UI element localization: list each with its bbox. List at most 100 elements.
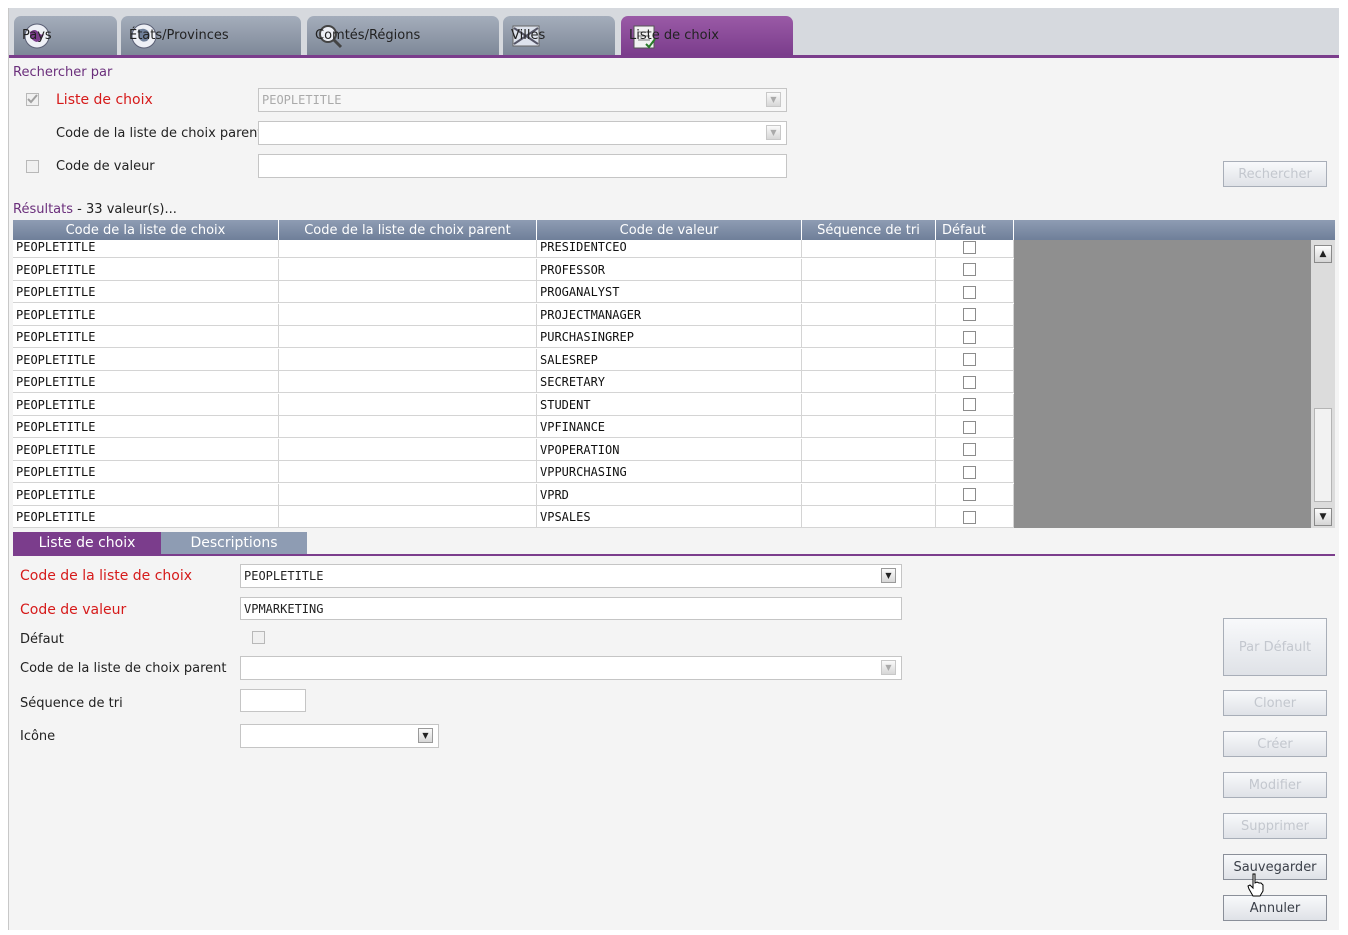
- table-row[interactable]: PEOPLETITLE PROGANALYST: [13, 281, 1014, 303]
- chevron-down-icon[interactable]: ▼: [418, 728, 433, 743]
- column-header-default[interactable]: Défaut: [936, 220, 1014, 240]
- chevron-down-icon[interactable]: ▼: [881, 660, 896, 675]
- cell-seq: [802, 240, 936, 258]
- save-button[interactable]: Sauvegarder: [1223, 854, 1327, 880]
- default-row-checkbox[interactable]: [963, 488, 976, 501]
- app-window: Pays États/Provinces Comtés/Régions Vill…: [8, 8, 1339, 930]
- default-row-checkbox[interactable]: [963, 420, 976, 434]
- table-row[interactable]: PEOPLETITLE SECRETARY: [13, 371, 1014, 393]
- default-row-checkbox[interactable]: [963, 285, 976, 299]
- parent-filter-select[interactable]: [258, 121, 787, 145]
- sort-sequence-input[interactable]: [240, 689, 306, 712]
- cell-default: [936, 303, 1014, 326]
- tab-comtes-regions[interactable]: Comtés/Régions: [307, 16, 499, 55]
- modify-button[interactable]: Modifier: [1223, 772, 1327, 798]
- icon-select[interactable]: [240, 724, 439, 748]
- column-header-list-code[interactable]: Code de la liste de choix: [13, 220, 279, 240]
- cell-seq: [802, 326, 936, 348]
- default-row-checkbox[interactable]: [963, 465, 976, 479]
- default-row-checkbox[interactable]: [963, 443, 976, 456]
- default-row-checkbox[interactable]: [963, 510, 976, 524]
- cell-seq: [802, 438, 936, 461]
- table-row[interactable]: PEOPLETITLE PROFESSOR: [13, 258, 1014, 281]
- cell-default: [936, 240, 1014, 258]
- default-row-checkbox[interactable]: [963, 308, 976, 321]
- delete-button[interactable]: Supprimer: [1223, 813, 1327, 839]
- cell-default: [936, 371, 1014, 393]
- scroll-up-icon[interactable]: ▲: [1314, 245, 1332, 263]
- table-row[interactable]: PEOPLETITLE PURCHASINGREP: [13, 326, 1014, 348]
- tab-villes[interactable]: Villes: [503, 16, 615, 55]
- clone-button[interactable]: Cloner: [1223, 690, 1327, 716]
- value-code-input[interactable]: VPMARKETING: [240, 597, 902, 620]
- default-row-checkbox[interactable]: [963, 330, 976, 344]
- cell-seq: [802, 371, 936, 393]
- scroll-thumb[interactable]: [1314, 408, 1332, 502]
- chevron-down-icon[interactable]: ▼: [881, 568, 896, 583]
- cell-parent: [279, 416, 537, 438]
- cell-seq: [802, 281, 936, 303]
- cell-value: SALESREP: [537, 348, 802, 371]
- chevron-down-icon[interactable]: ▼: [766, 92, 781, 107]
- cell-value: VPFINANCE: [537, 416, 802, 438]
- default-row-checkbox[interactable]: [963, 353, 976, 366]
- table-row[interactable]: PEOPLETITLE VPFINANCE: [13, 416, 1014, 438]
- results-scrollbar[interactable]: ▲ ▼: [1311, 240, 1335, 528]
- results-count: 33: [86, 202, 103, 217]
- table-row[interactable]: PEOPLETITLE VPOPERATION: [13, 438, 1014, 461]
- cell-value: PRESIDENTCEO: [537, 240, 802, 258]
- column-header-parent-code[interactable]: Code de la liste de choix parent: [279, 220, 537, 240]
- parent-code-select[interactable]: [240, 656, 902, 680]
- default-checkbox[interactable]: [252, 631, 265, 644]
- cell-value: SECRETARY: [537, 371, 802, 393]
- table-row[interactable]: PEOPLETITLE VPSALES: [13, 506, 1014, 528]
- column-header-value-code[interactable]: Code de valeur: [537, 220, 802, 240]
- cell-value: VPPURCHASING: [537, 461, 802, 483]
- default-button[interactable]: Par Défault: [1223, 618, 1327, 676]
- table-row[interactable]: PEOPLETITLE SALESREP: [13, 348, 1014, 371]
- value-filter-input[interactable]: [258, 154, 787, 178]
- tab-pays[interactable]: Pays: [14, 16, 117, 55]
- cell-list: PEOPLETITLE: [13, 483, 279, 506]
- results-caption: Résultats - 33 valeur(s)...: [13, 202, 177, 217]
- cell-value: PURCHASINGREP: [537, 326, 802, 348]
- results-dash: -: [77, 202, 82, 217]
- tab-etats-provinces[interactable]: États/Provinces: [121, 16, 301, 55]
- search-button[interactable]: Rechercher: [1223, 161, 1327, 187]
- create-button[interactable]: Créer: [1223, 731, 1327, 757]
- parent-filter-label: Code de la liste de choix parent: [56, 126, 263, 141]
- column-header-sort-sequence[interactable]: Séquence de tri: [802, 220, 936, 240]
- cancel-button[interactable]: Annuler: [1223, 895, 1327, 921]
- hand-cursor-icon: [1247, 873, 1265, 901]
- cell-seq: [802, 303, 936, 326]
- main-tab-bar: Pays États/Provinces Comtés/Régions Vill…: [9, 8, 1339, 58]
- scroll-down-icon[interactable]: ▼: [1314, 508, 1332, 526]
- default-row-checkbox[interactable]: [963, 263, 976, 276]
- default-row-checkbox[interactable]: [963, 398, 976, 411]
- default-row-checkbox[interactable]: [963, 240, 976, 254]
- value-code-label: Code de valeur: [20, 602, 127, 618]
- subtab-descriptions[interactable]: Descriptions: [161, 532, 307, 554]
- cell-list: PEOPLETITLE: [13, 303, 279, 326]
- cell-value: VPSALES: [537, 506, 802, 528]
- cell-parent: [279, 303, 537, 326]
- cell-list: PEOPLETITLE: [13, 258, 279, 281]
- table-row[interactable]: PEOPLETITLE VPRD: [13, 483, 1014, 506]
- default-row-checkbox[interactable]: [963, 375, 976, 389]
- table-row[interactable]: PEOPLETITLE PROJECTMANAGER: [13, 303, 1014, 326]
- value-filter-checkbox[interactable]: [26, 160, 39, 173]
- table-row[interactable]: PEOPLETITLE VPPURCHASING: [13, 461, 1014, 483]
- list-filter-checkbox[interactable]: [26, 93, 39, 106]
- table-row[interactable]: PEOPLETITLE STUDENT: [13, 393, 1014, 416]
- list-code-select[interactable]: PEOPLETITLE: [240, 564, 902, 588]
- table-row[interactable]: PEOPLETITLE PRESIDENTCEO: [13, 240, 1014, 258]
- list-filter-select[interactable]: PEOPLETITLE: [258, 88, 787, 112]
- cell-default: [936, 461, 1014, 483]
- tab-liste-de-choix[interactable]: Liste de choix: [621, 16, 793, 55]
- chevron-down-icon[interactable]: ▼: [766, 125, 781, 140]
- cell-value: VPOPERATION: [537, 438, 802, 461]
- cell-list: PEOPLETITLE: [13, 371, 279, 393]
- cell-default: [936, 258, 1014, 281]
- cell-parent: [279, 258, 537, 281]
- subtab-liste-de-choix[interactable]: Liste de choix: [13, 532, 161, 554]
